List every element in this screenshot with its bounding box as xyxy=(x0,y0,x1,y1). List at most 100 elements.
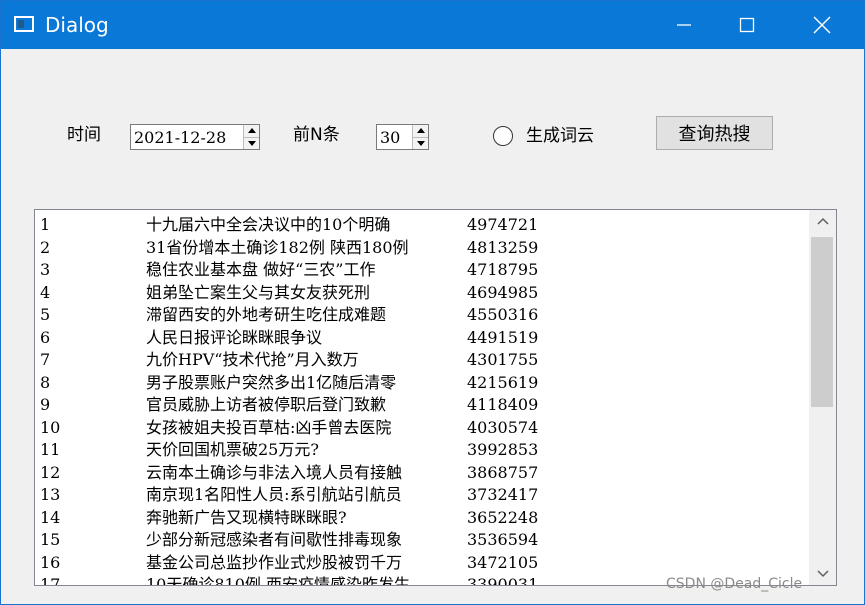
maximize-button[interactable] xyxy=(711,1,783,49)
list-item[interactable]: 3 稳住农业基本盘 做好“三农”工作 4718795 xyxy=(35,259,810,282)
list-item-heat: 4030574 xyxy=(467,417,539,437)
vertical-scrollbar[interactable] xyxy=(809,210,836,585)
scroll-up-button[interactable] xyxy=(809,210,836,232)
date-value[interactable]: 2021-12-28 xyxy=(131,128,243,147)
title-bar[interactable]: Dialog xyxy=(1,1,864,49)
list-item-rank: 17 xyxy=(40,575,61,586)
list-item-title: 稳住农业基本盘 做好“三农”工作 xyxy=(146,260,376,279)
scroll-down-button[interactable] xyxy=(809,563,836,585)
list-item-heat: 4974721 xyxy=(467,215,539,234)
list-item-title: 云南本土确诊与非法入境人员有接触 xyxy=(146,462,403,482)
list-item[interactable]: 15 少部分新冠感染者有间歇性排毒现象 3536594 xyxy=(35,529,810,552)
hot-search-list[interactable]: 1 十九届六中全会决议中的10个明确 4974721 2 31省份增本土确诊182例 陕… xyxy=(34,209,837,586)
list-item-rank: 8 xyxy=(40,372,51,392)
time-label: 时间 xyxy=(67,125,101,145)
list-item[interactable]: 4 姐弟坠亡案生父与其女友获死刑 4694985 xyxy=(35,282,810,305)
list-rows: 1 十九届六中全会决议中的10个明确 4974721 2 31省份增本土确诊182例 陕… xyxy=(35,214,810,586)
list-item-title: 10天确诊810例 西安疫情感染昨发生 xyxy=(146,575,410,586)
topn-spinbox[interactable]: 30 xyxy=(376,124,429,150)
list-item[interactable]: 10 女孩被姐夫投百草枯:凶手曾去医院 4030574 xyxy=(35,417,810,440)
list-item-heat: 3536594 xyxy=(467,530,539,549)
watermark: CSDN @Dead_Cicle xyxy=(666,576,803,592)
list-item[interactable]: 16 基金公司总监抄作业式炒股被罚千万 3472105 xyxy=(35,552,810,575)
list-item-rank: 7 xyxy=(40,350,51,369)
list-item[interactable]: 5 滞留西安的外地考研生吃住成难题 4550316 xyxy=(35,304,810,327)
list-item-rank: 4 xyxy=(40,282,51,302)
date-spin-arrows[interactable] xyxy=(243,125,259,149)
list-item-title: 31省份增本土确诊182例 陕西180例 xyxy=(146,237,409,257)
query-hot-search-button[interactable]: 查询热搜 xyxy=(656,116,773,150)
list-item-heat: 4215619 xyxy=(467,372,539,392)
list-item-heat: 4301755 xyxy=(467,350,539,369)
list-item-heat: 3390031 xyxy=(467,575,539,586)
list-item-title: 天价回国机票破25万元? xyxy=(146,440,319,459)
list-item-rank: 1 xyxy=(40,215,51,234)
window-app-icon xyxy=(14,16,34,32)
scrollbar-thumb[interactable] xyxy=(811,237,833,407)
list-item-heat: 3868757 xyxy=(467,462,539,482)
list-item-heat: 4118409 xyxy=(467,395,539,414)
list-item-heat: 4550316 xyxy=(467,305,539,324)
list-item-rank: 2 xyxy=(40,237,51,257)
list-item-heat: 4491519 xyxy=(467,327,539,347)
topn-decrement-button[interactable] xyxy=(413,137,428,149)
topn-increment-button[interactable] xyxy=(413,125,428,138)
list-item-title: 姐弟坠亡案生父与其女友获死刑 xyxy=(146,282,371,302)
list-item[interactable]: 6 人民日报评论眯眯眼争议 4491519 xyxy=(35,327,810,350)
list-item[interactable]: 14 奔驰新广告又现横特眯眯眼? 3652248 xyxy=(35,507,810,530)
list-item-heat: 4694985 xyxy=(467,282,539,302)
list-item-heat: 3652248 xyxy=(467,507,539,527)
chevron-up-icon xyxy=(416,128,425,134)
list-item[interactable]: 2 31省份增本土确诊182例 陕西180例 4813259 xyxy=(35,237,810,260)
list-item-rank: 3 xyxy=(40,260,51,279)
dialog-window: Dialog 时间 2021-12-28 前N条 30 生成词云 查询热搜 1 十… xyxy=(0,0,865,605)
list-item-rank: 11 xyxy=(40,440,61,459)
list-item[interactable]: 7 九价HPV“技术代抢”月入数万 4301755 xyxy=(35,349,810,372)
wordcloud-label[interactable]: 生成词云 xyxy=(526,125,594,147)
list-item-rank: 5 xyxy=(40,305,51,324)
wordcloud-radio[interactable] xyxy=(493,126,513,146)
list-item-heat: 3992853 xyxy=(467,440,539,459)
list-item-title: 基金公司总监抄作业式炒股被罚千万 xyxy=(146,552,403,572)
list-item-rank: 10 xyxy=(40,417,61,437)
chevron-down-icon xyxy=(247,140,256,146)
date-spinbox[interactable]: 2021-12-28 xyxy=(130,124,260,150)
list-item[interactable]: 11 天价回国机票破25万元? 3992853 xyxy=(35,439,810,462)
list-item-rank: 14 xyxy=(40,507,61,527)
minimize-button[interactable] xyxy=(648,1,720,49)
list-item-rank: 12 xyxy=(40,462,61,482)
list-item[interactable]: 13 南京现1名阳性人员:系引航站引航员 3732417 xyxy=(35,484,810,507)
chevron-up-icon xyxy=(816,217,829,225)
list-item-title: 男子股票账户突然多出1亿随后清零 xyxy=(146,372,397,392)
list-item[interactable]: 1 十九届六中全会决议中的10个明确 4974721 xyxy=(35,214,810,237)
list-item-title: 女孩被姐夫投百草枯:凶手曾去医院 xyxy=(146,417,392,437)
list-item-title: 南京现1名阳性人员:系引航站引航员 xyxy=(146,485,402,504)
topn-spin-arrows[interactable] xyxy=(412,125,428,149)
list-item-rank: 15 xyxy=(40,530,61,549)
topn-label: 前N条 xyxy=(293,125,340,145)
list-item-title: 少部分新冠感染者有间歇性排毒现象 xyxy=(146,530,403,549)
list-item-title: 人民日报评论眯眯眼争议 xyxy=(146,327,323,347)
chevron-down-icon xyxy=(816,570,829,578)
window-title: Dialog xyxy=(45,13,109,37)
list-item-rank: 16 xyxy=(40,552,61,572)
list-item-heat: 3732417 xyxy=(467,485,539,504)
list-item-title: 奔驰新广告又现横特眯眯眼? xyxy=(146,507,347,527)
maximize-icon xyxy=(739,17,755,33)
date-increment-button[interactable] xyxy=(244,125,259,138)
list-item-title: 十九届六中全会决议中的10个明确 xyxy=(146,215,391,234)
chevron-up-icon xyxy=(247,128,256,134)
close-icon xyxy=(813,16,831,34)
list-item[interactable]: 12 云南本土确诊与非法入境人员有接触 3868757 xyxy=(35,462,810,485)
list-item[interactable]: 9 官员威胁上访者被停职后登门致歉 4118409 xyxy=(35,394,810,417)
list-item-title: 滞留西安的外地考研生吃住成难题 xyxy=(146,305,387,324)
list-item[interactable]: 8 男子股票账户突然多出1亿随后清零 4215619 xyxy=(35,372,810,395)
list-item-rank: 9 xyxy=(40,395,51,414)
list-item-title: 官员威胁上访者被停职后登门致歉 xyxy=(146,395,387,414)
topn-value[interactable]: 30 xyxy=(377,128,412,147)
minimize-icon xyxy=(677,24,691,26)
list-item-heat: 4813259 xyxy=(467,237,539,257)
close-button[interactable] xyxy=(786,1,858,49)
date-decrement-button[interactable] xyxy=(244,137,259,149)
list-item-rank: 6 xyxy=(40,327,51,347)
